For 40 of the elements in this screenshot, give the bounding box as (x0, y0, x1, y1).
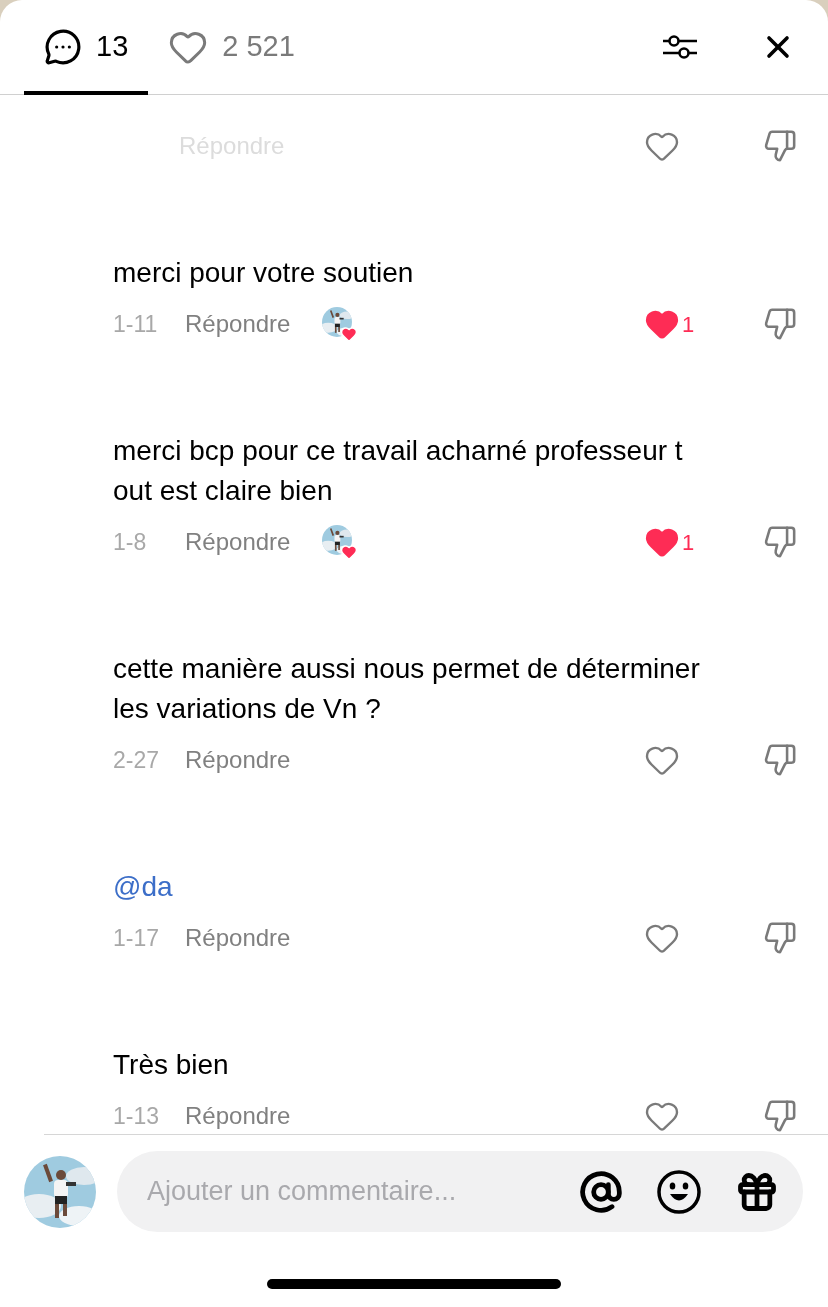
comment-date: 1-13 (113, 1101, 161, 1131)
dislike-button[interactable] (762, 742, 798, 778)
comment-date: 1-8 (113, 527, 148, 557)
dislike-button[interactable] (762, 306, 798, 342)
thumbs-down-icon (763, 921, 797, 955)
sliders-icon (662, 32, 698, 62)
mention-link[interactable]: @da (113, 867, 828, 907)
thumbs-down-icon (763, 1099, 797, 1133)
like-button[interactable]: 1 (644, 304, 704, 344)
reply-link[interactable]: Répondre (185, 1098, 291, 1134)
thumbs-down-icon (763, 129, 797, 163)
comment-icon (44, 28, 82, 66)
at-sign-icon (579, 1169, 623, 1214)
comment-date: 1-17 (113, 923, 161, 953)
comment-input[interactable]: Ajouter un commentaire... (147, 1171, 577, 1212)
comment-text: merci bcp pour ce travail acharné professeur t out est claire bien (113, 434, 684, 508)
dislike-button[interactable] (762, 128, 798, 164)
thumbs-down-icon (763, 743, 797, 777)
comment-text: cette manière aussi nous permet de déterminer les variations de Vn ? (113, 652, 701, 726)
dislike-button[interactable] (762, 524, 798, 560)
comment-date: 1-11 (113, 309, 159, 339)
reply-link[interactable]: Répondre (185, 920, 291, 956)
tab[interactable]: 2 521 (148, 0, 315, 95)
reply-link[interactable]: Répondre (185, 306, 291, 342)
emoji-icon (656, 1168, 702, 1215)
like-count: 1 (682, 310, 695, 339)
thumbs-down-icon (763, 307, 797, 341)
emoji-button[interactable] (655, 1167, 703, 1216)
comment-bar[interactable]: Ajouter un commentaire... (117, 1151, 803, 1232)
like-count: 1 (682, 528, 695, 557)
dislike-button[interactable] (762, 1098, 798, 1134)
comment-text: Très bien (113, 1048, 230, 1082)
comment-date: 2-27 (113, 745, 161, 775)
dislike-button[interactable] (762, 920, 798, 956)
reply-link[interactable]: Répondre (185, 742, 291, 778)
like-button[interactable]: 1 (644, 522, 704, 562)
comment-text: merci pour votre soutien (113, 256, 415, 290)
reply-link[interactable]: Répondre (185, 524, 291, 560)
tab[interactable]: 13 (24, 0, 149, 95)
thumbs-down-icon (763, 525, 797, 559)
